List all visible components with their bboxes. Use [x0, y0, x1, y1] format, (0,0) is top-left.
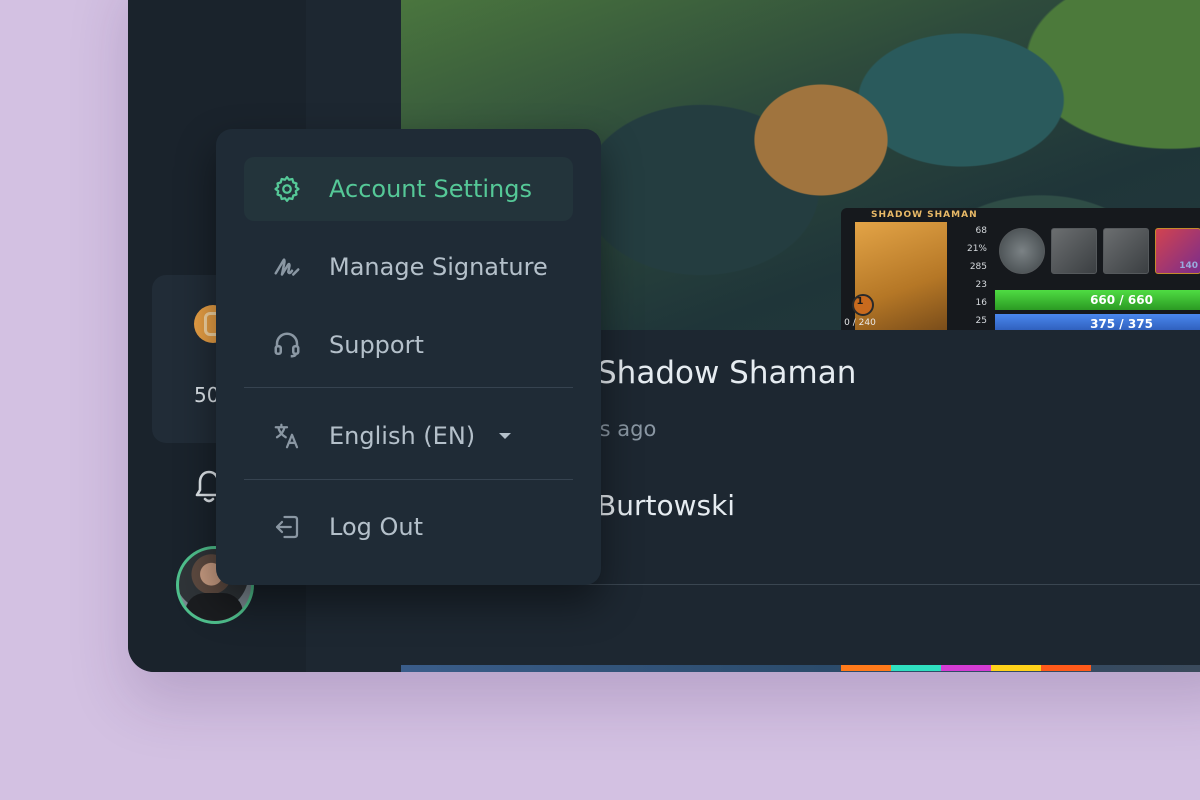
ability-icon: [1051, 228, 1097, 274]
signature-icon: [274, 258, 300, 276]
menu-divider: [244, 387, 573, 388]
hud-stat: 23: [975, 280, 987, 290]
language-label: English (EN): [329, 422, 476, 450]
hp-bar: 660 / 660: [995, 290, 1200, 310]
menu-item-account-settings[interactable]: Account Settings: [244, 157, 573, 221]
ability-icon: [999, 228, 1045, 274]
gear-icon: [274, 176, 300, 202]
video-author[interactable]: Burtowski: [597, 489, 735, 522]
next-video-thumbnail[interactable]: [401, 665, 1200, 672]
ultimate-ability-icon: 140: [1155, 228, 1200, 274]
menu-item-manage-signature[interactable]: Manage Signature: [244, 235, 573, 299]
hud-stat: 21%: [966, 244, 987, 254]
chevron-down-icon: [499, 433, 512, 439]
logout-icon: [275, 515, 299, 539]
video-title[interactable]: s Shadow Shaman: [571, 355, 856, 391]
menu-item-logout[interactable]: Log Out: [244, 495, 573, 559]
account-dropdown-menu: Account Settings Manage Signature Suppor…: [216, 129, 601, 585]
thumbnail-strip: [841, 665, 1091, 671]
hud-hero-title: SHADOW SHAMAN: [871, 210, 978, 220]
hud-xp: 0 / 240: [844, 318, 876, 328]
hud-stat: 68: [975, 226, 987, 236]
menu-item-label: Manage Signature: [329, 253, 548, 281]
ability-icon: [1103, 228, 1149, 274]
hud-stats: 68 21% 285 23 16 25: [947, 222, 991, 330]
ult-level: 140: [1179, 261, 1198, 271]
menu-item-support[interactable]: Support: [244, 313, 573, 377]
hud-stat: 25: [975, 316, 987, 326]
headset-icon: [274, 332, 300, 358]
divider: [571, 584, 1200, 585]
game-hud: SHADOW SHAMAN 68 21% 285 23 16 25 1 0 / …: [841, 208, 1200, 334]
hud-stat: 285: [969, 262, 987, 272]
menu-item-label: Log Out: [329, 513, 424, 541]
hud-stat: 16: [975, 298, 987, 308]
hud-level-number: 1: [856, 296, 864, 307]
menu-item-label: Support: [329, 331, 424, 359]
hud-level: 1 0 / 240: [841, 294, 879, 330]
menu-divider: [244, 479, 573, 480]
menu-item-label: Account Settings: [329, 175, 532, 203]
translate-icon: [274, 423, 299, 449]
language-selector[interactable]: English (EN): [244, 404, 573, 468]
